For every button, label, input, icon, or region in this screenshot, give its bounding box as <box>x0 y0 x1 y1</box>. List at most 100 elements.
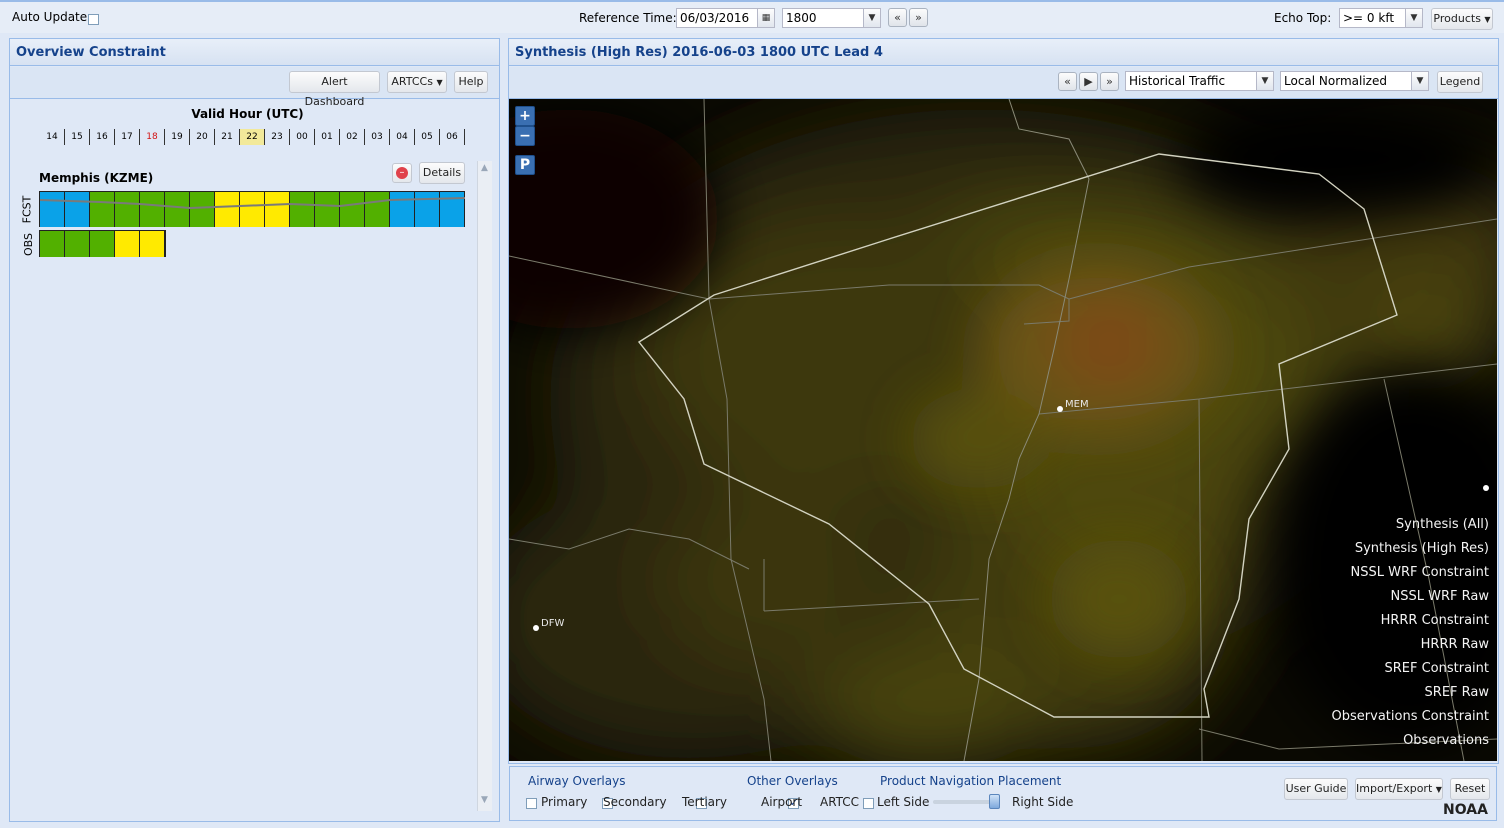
hour-header-cell: 15 <box>65 129 90 145</box>
hour-header-cell: 14 <box>40 129 65 145</box>
alert-dashboard-button[interactable]: Alert Dashboard <box>289 71 380 108</box>
import-export-label: Import/Export <box>1356 782 1433 795</box>
forecast-trend-line <box>40 197 466 210</box>
product-list-item[interactable]: HRRR Raw <box>1332 633 1489 657</box>
import-export-menu-button[interactable]: Import/Export ▼ <box>1355 778 1443 800</box>
observation-hour-cell[interactable] <box>140 231 165 257</box>
left-side-label: Left Side <box>877 795 930 809</box>
overview-constraint-panel: Overview Constraint Alert Dashboard ARTC… <box>9 38 500 822</box>
hour-header-cell: 22 <box>240 129 265 145</box>
product-list-item[interactable]: HRRR Constraint <box>1332 609 1489 633</box>
fcst-row-label: FCST <box>20 191 37 227</box>
airport-marker-mem[interactable] <box>1057 406 1063 412</box>
auto-update-checkbox[interactable] <box>88 14 99 25</box>
legend-button[interactable]: Legend <box>1437 71 1483 93</box>
calendar-icon[interactable]: ▦ <box>757 9 774 27</box>
echo-top-value: >= 0 kft <box>1343 11 1395 25</box>
details-button[interactable]: Details <box>419 162 465 184</box>
zoom-out-button[interactable]: − <box>515 126 535 146</box>
echo-top-label: Echo Top: <box>1274 11 1332 25</box>
date-input[interactable]: 06/03/2016 ▦ <box>676 8 775 28</box>
play-icon[interactable]: ▶ <box>1079 72 1098 91</box>
next-time-icon[interactable]: » <box>909 8 928 27</box>
hour-header-cell: 03 <box>365 129 390 145</box>
airport-marker-edge[interactable] <box>1483 485 1489 491</box>
airport-label-dfw: DFW <box>541 618 565 629</box>
product-list-item[interactable]: Synthesis (High Res) <box>1332 537 1489 561</box>
remove-center-button[interactable]: – <box>392 163 412 183</box>
hour-header-cell: 23 <box>265 129 290 145</box>
chevron-down-icon[interactable]: ▼ <box>863 9 880 27</box>
previous-time-icon[interactable]: « <box>888 8 907 27</box>
product-list-item[interactable]: Observations <box>1332 729 1489 753</box>
chevron-down-icon[interactable]: ▼ <box>1411 72 1428 90</box>
obs-row-label: OBS <box>22 231 37 257</box>
traffic-select[interactable]: Historical Traffic ▼ <box>1125 71 1274 91</box>
placement-slider-thumb[interactable] <box>989 794 1000 809</box>
observation-hour-cell[interactable] <box>65 231 90 257</box>
weather-map[interactable]: + − P MEM DFW Synthesis (All) Synthesis (… <box>509 99 1497 761</box>
chevron-down-icon[interactable]: ▼ <box>1405 9 1422 27</box>
artccs-menu-button[interactable]: ARTCCs ▼ <box>387 71 447 93</box>
hour-header-cell: 02 <box>340 129 365 145</box>
hour-header-cell: 01 <box>315 129 340 145</box>
hour-header-cell: 16 <box>90 129 115 145</box>
artccs-label: ARTCCs <box>391 75 433 88</box>
overlay-controls: Airway Overlays Primary Secondary Tertia… <box>509 766 1497 821</box>
product-list: Synthesis (All) Synthesis (High Res) NSSL … <box>1332 513 1489 753</box>
scroll-down-icon[interactable]: ▼ <box>481 795 488 805</box>
center-name: Memphis (KZME) <box>39 171 154 185</box>
other-overlays-title: Other Overlays <box>747 774 838 788</box>
observation-hour-cell[interactable] <box>40 231 65 257</box>
product-list-item[interactable]: Observations Constraint <box>1332 705 1489 729</box>
caret-down-icon: ▼ <box>1435 785 1442 794</box>
left-panel-scrollbar[interactable]: ▲ ▼ <box>477 161 492 811</box>
echo-top-select[interactable]: >= 0 kft ▼ <box>1339 8 1423 28</box>
observation-hour-cell[interactable] <box>90 231 115 257</box>
left-panel-toolbar: Alert Dashboard ARTCCs ▼ Help <box>10 67 499 108</box>
primary-checkbox[interactable] <box>526 798 537 809</box>
observation-hour-cell[interactable] <box>115 231 140 257</box>
product-list-item[interactable]: SREF Constraint <box>1332 657 1489 681</box>
airport-marker-dfw[interactable] <box>533 625 539 631</box>
hour-header-cell: 05 <box>415 129 440 145</box>
products-menu-button[interactable]: Products ▼ <box>1431 8 1493 30</box>
user-guide-button[interactable]: User Guide <box>1284 778 1348 800</box>
time-select[interactable]: 1800 ▼ <box>782 8 881 28</box>
scroll-up-icon[interactable]: ▲ <box>481 163 488 173</box>
first-lead-icon[interactable]: « <box>1058 72 1077 91</box>
chevron-down-icon[interactable]: ▼ <box>1256 72 1273 90</box>
top-toolbar: Auto Update Reference Time: 06/03/2016 ▦… <box>0 0 1504 33</box>
artcc-checkbox[interactable] <box>863 798 875 809</box>
normalization-select[interactable]: Local Normalized ▼ <box>1280 71 1429 91</box>
noaa-logo-text: NOAA <box>1443 802 1488 818</box>
product-list-item[interactable]: Synthesis (All) <box>1332 513 1489 537</box>
product-list-item[interactable]: SREF Raw <box>1332 681 1489 705</box>
secondary-label: Secondary <box>603 795 667 809</box>
hour-header-cell: 18 <box>140 129 165 145</box>
product-list-item[interactable]: NSSL WRF Raw <box>1332 585 1489 609</box>
hour-header-cell: 19 <box>165 129 190 145</box>
products-label: Products <box>1433 12 1481 25</box>
zoom-in-button[interactable]: + <box>515 106 535 126</box>
help-button[interactable]: Help <box>454 71 488 93</box>
airport-label-mem: MEM <box>1065 399 1089 410</box>
reset-button[interactable]: Reset <box>1450 778 1490 800</box>
airway-overlays-title: Airway Overlays <box>528 774 626 788</box>
product-list-item[interactable]: NSSL WRF Constraint <box>1332 561 1490 585</box>
normalization-value: Local Normalized <box>1284 74 1387 88</box>
last-lead-icon[interactable]: » <box>1100 72 1119 91</box>
right-side-label: Right Side <box>1012 795 1074 809</box>
observation-row[interactable] <box>39 230 166 257</box>
forecast-row[interactable] <box>39 191 466 227</box>
artcc-label: ARTCC <box>820 795 860 809</box>
hour-header-cell: 21 <box>215 129 240 145</box>
valid-hour-heading: Valid Hour (UTC) <box>191 107 304 121</box>
pan-button[interactable]: P <box>515 155 535 175</box>
product-nav-title: Product Navigation Placement <box>880 774 1062 788</box>
traffic-value: Historical Traffic <box>1129 74 1226 88</box>
synthesis-title: Synthesis (High Res) 2016-06-03 1800 UTC… <box>509 39 1498 66</box>
time-value: 1800 <box>786 11 817 25</box>
hour-header-cell: 06 <box>440 129 465 145</box>
panel-title: Overview Constraint <box>10 39 499 66</box>
